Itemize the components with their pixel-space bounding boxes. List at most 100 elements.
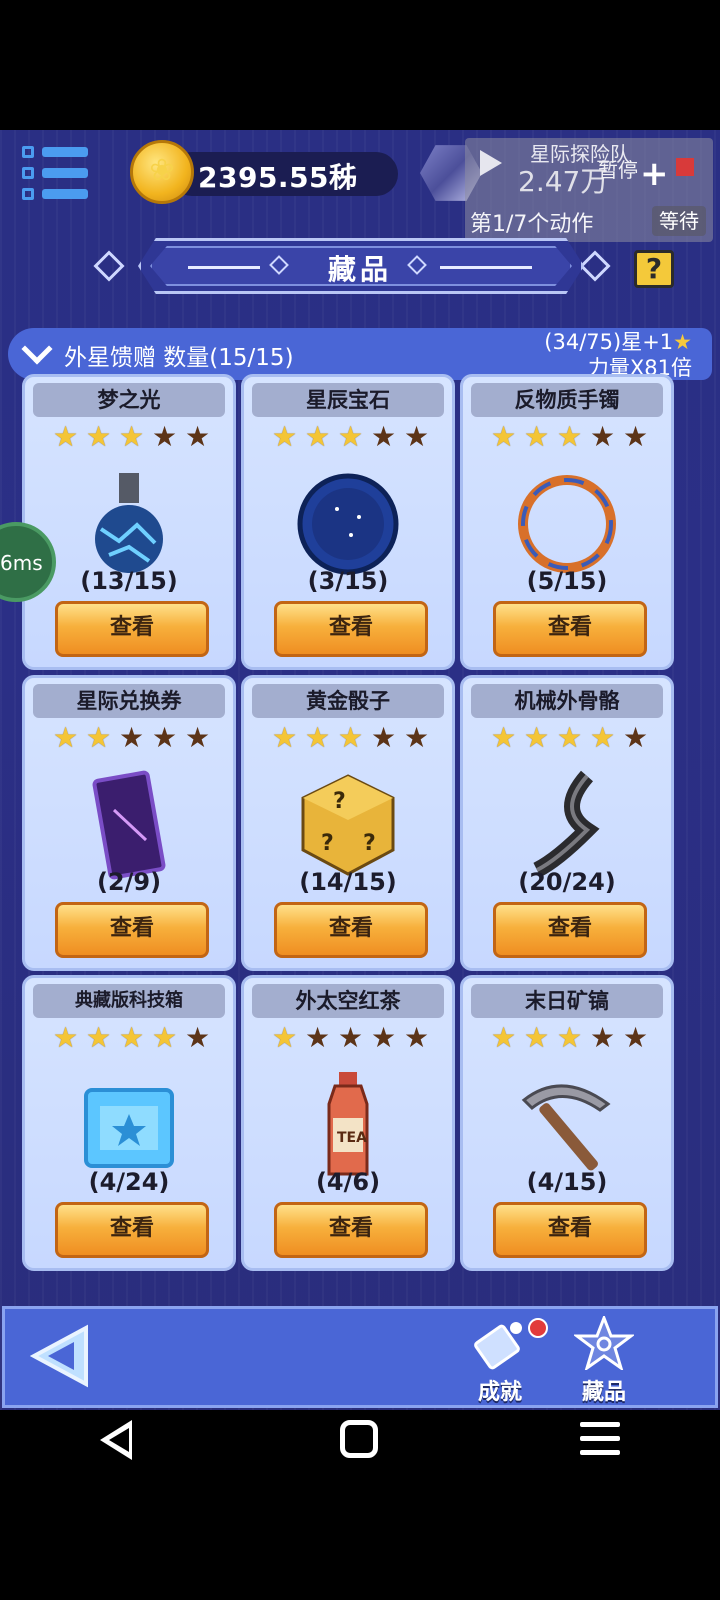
item-image (512, 1070, 622, 1184)
back-arrow-icon[interactable] (30, 1324, 90, 1388)
rating-star-icon: ★ (272, 721, 298, 754)
item-rating: ★ ★ ★ ★ ★ (491, 423, 651, 453)
rating-star-icon: ★ (185, 420, 211, 453)
rating-star-icon: ★ (119, 420, 145, 453)
view-button[interactable]: 查看 (55, 902, 209, 958)
add-button[interactable]: + (640, 154, 669, 194)
view-button[interactable]: 查看 (55, 1202, 209, 1258)
system-home-icon[interactable] (340, 1420, 378, 1458)
collection-label: 藏品 (581, 1380, 626, 1405)
collection-button[interactable]: 藏品 (564, 1313, 644, 1405)
menu-button[interactable] (22, 144, 88, 202)
item-rating: ★ ★ ★ ★ ★ (272, 423, 432, 453)
rating-star-icon: ★ (119, 721, 145, 754)
item-count: (4/6) (315, 1168, 381, 1196)
item-rating: ★ ★ ★ ★ ★ (53, 423, 213, 453)
play-icon[interactable] (480, 150, 502, 176)
rating-star-icon: ★ (404, 420, 430, 453)
rating-star-icon: ★ (53, 420, 79, 453)
notification-dot (528, 1318, 548, 1338)
item-rating: ★ ★ ★ ★ ★ (53, 724, 213, 754)
view-button[interactable]: 查看 (274, 902, 428, 958)
collection-card[interactable]: 外太空红茶 ★ ★ ★ ★ ★ TEA (4/6) 查看 (241, 975, 455, 1271)
rating-star-icon: ★ (524, 1021, 550, 1054)
item-name: 星辰宝石 (252, 383, 444, 417)
stop-button[interactable] (676, 158, 694, 176)
collection-card[interactable]: 星辰宝石 ★ ★ ★ ★ ★ (3/15) 查看 (241, 374, 455, 670)
collection-card[interactable]: 梦之光 ★ ★ ★ ★ ★ (13/15) 查看 (22, 374, 236, 670)
game-screen: 2395.55秭 星际探险队 2.47万 暂停 + 第1/7个动作 等待 藏品 … (0, 130, 720, 1410)
item-name: 反物质手镯 (471, 383, 663, 417)
rating-star-icon: ★ (338, 420, 364, 453)
banner-diamond-right (579, 250, 611, 282)
system-back-icon[interactable] (100, 1420, 132, 1460)
scroll-icon (474, 1322, 522, 1370)
status-bar (0, 0, 720, 130)
item-image (512, 469, 622, 583)
star-badge-icon (572, 1313, 636, 1372)
view-button[interactable]: 查看 (493, 1202, 647, 1258)
rating-star-icon: ★ (86, 721, 112, 754)
item-image: TEA (313, 1070, 383, 1184)
rating-star-icon: ★ (623, 721, 649, 754)
item-count: (3/15) (307, 567, 389, 595)
svg-text:?: ? (363, 831, 376, 856)
svg-text:?: ? (321, 831, 334, 856)
item-image (293, 469, 403, 583)
item-name: 机械外骨骼 (471, 684, 663, 718)
wait-button[interactable]: 等待 (652, 206, 706, 236)
view-button[interactable]: 查看 (274, 601, 428, 657)
collection-card[interactable]: 机械外骨骼 ★ ★ ★ ★ ★ (20/24) 查看 (460, 675, 674, 971)
collection-card[interactable]: 星际兑换券 ★ ★ ★ ★ ★ (2/9) 查看 (22, 675, 236, 971)
rating-star-icon: ★ (557, 420, 583, 453)
rating-star-icon: ★ (338, 721, 364, 754)
achievements-label: 成就 (477, 1380, 522, 1405)
item-name: 末日矿镐 (471, 984, 663, 1018)
collection-card[interactable]: 黄金骰子 ★ ★ ★ ★ ★??? (14/15) 查看 (241, 675, 455, 971)
item-count: (20/24) (518, 868, 616, 896)
rating-star-icon: ★ (623, 1021, 649, 1054)
rating-star-icon: ★ (305, 1021, 331, 1054)
rating-star-icon: ★ (86, 1021, 112, 1054)
rating-star-icon: ★ (557, 721, 583, 754)
item-image (79, 469, 179, 583)
rating-star-icon: ★ (371, 420, 397, 453)
banner-line-right (440, 266, 532, 269)
rating-star-icon: ★ (272, 1021, 298, 1054)
system-recent-icon[interactable] (580, 1422, 620, 1456)
collection-card[interactable]: 反物质手镯 ★ ★ ★ ★ ★ (5/15) 查看 (460, 374, 674, 670)
rating-star-icon: ★ (185, 1021, 211, 1054)
view-button[interactable]: 查看 (55, 601, 209, 657)
overlay-action-status: 第1/7个动作 (470, 212, 594, 237)
rating-star-icon: ★ (185, 721, 211, 754)
item-count: (5/15) (526, 567, 608, 595)
rating-star-icon: ★ (590, 721, 616, 754)
overlay-amount: 2.47万 (518, 165, 609, 198)
item-image (517, 770, 617, 884)
collection-card[interactable]: 典藏版科技箱 ★ ★ ★ ★ ★ (4/24) 查看 (22, 975, 236, 1271)
view-button[interactable]: 查看 (274, 1202, 428, 1258)
rating-star-icon: ★ (272, 420, 298, 453)
category-progress-text: (34/75)星+1 (544, 330, 674, 354)
category-label: 外星馈赠 数量(15/15) (64, 345, 294, 371)
item-image (74, 1070, 184, 1184)
view-button[interactable]: 查看 (493, 902, 647, 958)
rating-star-icon: ★ (119, 1021, 145, 1054)
banner-line-left (188, 266, 260, 269)
item-rating: ★ ★ ★ ★ ★ (491, 1024, 651, 1054)
rating-star-icon: ★ (305, 420, 331, 453)
item-name: 外太空红茶 (252, 984, 444, 1018)
help-button[interactable]: ? (634, 250, 674, 288)
item-name: 黄金骰子 (252, 684, 444, 718)
item-rating: ★ ★ ★ ★ ★ (491, 724, 651, 754)
item-count: (14/15) (299, 868, 397, 896)
rating-star-icon: ★ (404, 1021, 430, 1054)
item-name: 典藏版科技箱 (33, 984, 225, 1018)
rating-star-icon: ★ (491, 1021, 517, 1054)
page-title: 藏品 (327, 253, 392, 286)
pause-button[interactable]: 暂停 (598, 154, 638, 183)
view-button[interactable]: 查看 (493, 601, 647, 657)
collection-card[interactable]: 末日矿镐 ★ ★ ★ ★ ★ (4/15) 查看 (460, 975, 674, 1271)
item-name: 星际兑换券 (33, 684, 225, 718)
item-count: (4/15) (526, 1168, 608, 1196)
